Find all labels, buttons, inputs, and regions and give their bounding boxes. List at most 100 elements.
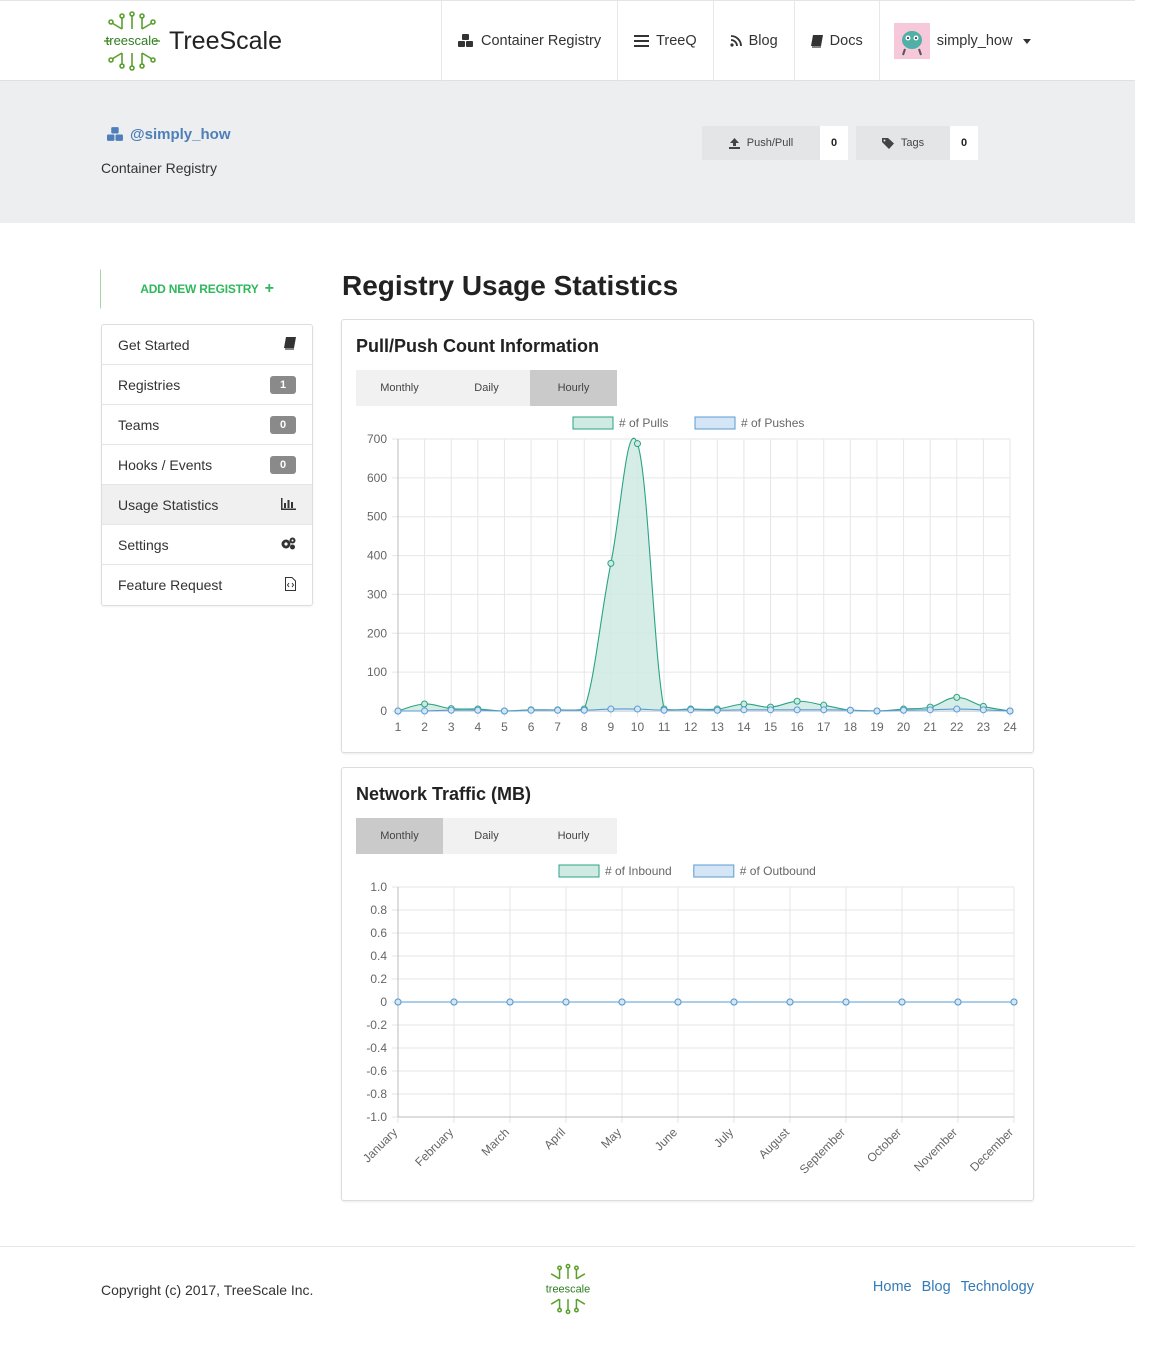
data-point: [580, 706, 588, 714]
count-badge: 0: [270, 455, 296, 474]
brand-name: TreeScale: [169, 26, 283, 55]
x-tick-label: 4: [474, 720, 481, 734]
footer-divider: [0, 1246, 1135, 1247]
x-tick-label: 1: [395, 720, 402, 734]
data-point: [740, 706, 748, 714]
x-tick-label: 10: [631, 720, 645, 734]
x-tick-label: February: [412, 1125, 456, 1169]
logo-wordmark: treescale: [106, 33, 159, 48]
caret-down-icon: [1023, 38, 1032, 44]
y-tick-label: 400: [367, 549, 387, 563]
brand[interactable]: treescale TreeScale: [100, 8, 282, 74]
data-point: [394, 707, 402, 715]
nav-label: Container Registry: [481, 33, 602, 49]
data-point: [713, 706, 721, 714]
x-tick-label: 16: [790, 720, 804, 734]
data-point: [873, 707, 881, 715]
nav-blog[interactable]: Blog: [712, 1, 794, 81]
profile-subtitle: Container Registry: [101, 160, 217, 176]
data-point: [898, 998, 906, 1006]
legend-label: # of Pushes: [741, 416, 804, 430]
x-tick-label: November: [911, 1125, 960, 1174]
nav-treeq[interactable]: TreeQ: [617, 1, 713, 81]
user-name: simply_how: [936, 33, 1013, 49]
stat-value: 0: [950, 126, 978, 160]
nav-label: Docs: [829, 33, 863, 49]
y-tick-label: 0: [380, 995, 387, 1009]
legend-swatch: [693, 864, 735, 878]
x-tick-label: 9: [608, 720, 615, 734]
y-tick-label: 1.0: [370, 880, 387, 894]
pull-push-chart: # of Pulls # of Pushes 0 100 200 300 400 500 600…: [367, 416, 1017, 734]
data-point: [1010, 998, 1018, 1006]
list-icon: [634, 35, 650, 47]
sidebar-item-label: Teams: [118, 416, 160, 433]
x-tick-label: 23: [977, 720, 991, 734]
main-nav: Container Registry TreeQ Blog Docs simpl…: [441, 1, 1045, 81]
x-tick-label: 6: [528, 720, 535, 734]
book-icon: [810, 34, 823, 48]
profile-header: @simply_how Container Registry Push/Pull…: [0, 81, 1135, 223]
sidebar-item-hooks-events[interactable]: Hooks / Events 0: [102, 445, 312, 485]
add-new-registry-button[interactable]: ADD NEW REGISTRY +: [100, 269, 313, 309]
sidebar-item-label: Hooks / Events: [118, 456, 213, 473]
y-tick-label: -0.8: [366, 1087, 387, 1101]
x-tick-label: 3: [448, 720, 455, 734]
stat-label: Tags: [856, 126, 950, 160]
x-tick-label: September: [797, 1125, 848, 1176]
y-tick-label: -0.4: [366, 1041, 387, 1055]
data-point: [793, 697, 801, 705]
nav-label: Blog: [748, 33, 778, 49]
data-point: [926, 706, 934, 714]
data-point: [820, 706, 828, 714]
sidebar-item-label: Registries: [118, 376, 181, 393]
nav-docs[interactable]: Docs: [793, 1, 879, 81]
sidebar-item-settings[interactable]: Settings: [102, 525, 312, 565]
legend-label: # of Pulls: [619, 416, 668, 430]
footer-link-home[interactable]: Home: [873, 1279, 912, 1295]
data-point: [953, 705, 961, 713]
profile-handle-text: @simply_how: [130, 126, 231, 143]
sidebar-item-usage-statistics[interactable]: Usage Statistics: [102, 485, 312, 525]
x-tick-label: 21: [923, 720, 937, 734]
sidebar-item-get-started[interactable]: Get Started: [102, 325, 312, 365]
data-point: [767, 706, 775, 714]
x-tick-label: 7: [554, 720, 561, 734]
sidebar-item-label: Usage Statistics: [118, 496, 219, 513]
profile-handle[interactable]: @simply_how: [107, 126, 230, 143]
x-tick-label: 19: [870, 720, 884, 734]
nav-label: TreeQ: [656, 33, 697, 49]
footer-link-technology[interactable]: Technology: [961, 1279, 1034, 1295]
sidebar-item-registries[interactable]: Registries 1: [102, 365, 312, 405]
cubes-icon: [458, 34, 474, 48]
book-icon: [284, 336, 296, 353]
upload-icon: [728, 137, 740, 149]
data-point: [618, 998, 626, 1006]
nav-container-registry[interactable]: Container Registry: [441, 1, 617, 81]
legend-swatch: [558, 864, 600, 878]
sidebar-item-teams[interactable]: Teams 0: [102, 405, 312, 445]
data-point: [607, 705, 615, 713]
sidebar-item-label: Settings: [118, 536, 169, 553]
logo-wordmark: treescale: [546, 1283, 590, 1295]
legend-swatch: [572, 416, 614, 430]
sidebar-item-feature-request[interactable]: Feature Request: [102, 565, 312, 605]
x-tick-label: August: [756, 1125, 793, 1162]
data-point: [450, 998, 458, 1006]
x-tick-label: 22: [950, 720, 964, 734]
copyright: Copyright (c) 2017, TreeScale Inc.: [101, 1282, 314, 1298]
y-tick-label: 100: [367, 665, 387, 679]
stat-label-text: Tags: [900, 137, 925, 149]
data-point: [633, 705, 641, 713]
footer-link-blog[interactable]: Blog: [922, 1279, 951, 1295]
user-menu[interactable]: simply_how: [878, 1, 1046, 81]
data-point: [846, 706, 854, 714]
cubes-icon: [107, 127, 124, 142]
pull-push-panel: Pull/Push Count Information Monthly Dail…: [341, 319, 1034, 753]
x-tick-label: 12: [684, 720, 698, 734]
x-tick-label: May: [598, 1125, 624, 1151]
data-point: [506, 998, 514, 1006]
tag-icon: [881, 137, 894, 149]
y-tick-label: 0.4: [370, 949, 387, 963]
x-tick-label: 11: [658, 720, 671, 734]
